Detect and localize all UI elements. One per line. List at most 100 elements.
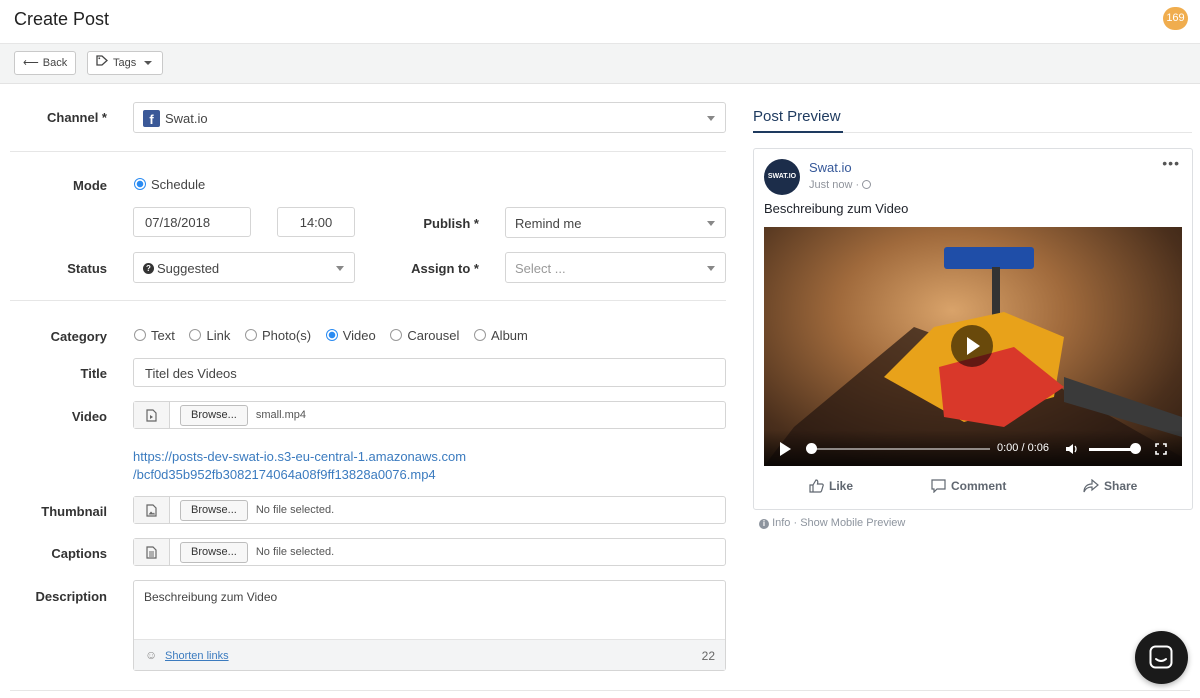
- captions-file-name: No file selected.: [255, 546, 335, 558]
- file-video-icon: [134, 402, 170, 428]
- play-overlay-icon[interactable]: [951, 325, 993, 367]
- title-input[interactable]: Titel des Videos: [133, 358, 726, 387]
- progress-handle[interactable]: [806, 443, 817, 454]
- page-name: Swat.io: [809, 160, 852, 175]
- status-label: Status: [67, 261, 107, 276]
- facebook-post-preview-card: SWAT.IO Swat.io Just now · ••• Beschreib…: [753, 148, 1193, 510]
- assign-select[interactable]: Select ...: [505, 252, 726, 283]
- post-actions: Like Comment Share: [754, 479, 1192, 501]
- captions-file-input[interactable]: Browse... No file selected.: [133, 538, 726, 566]
- radio-icon: [189, 329, 202, 341]
- preview-info-line: i Info · Show Mobile Preview: [759, 517, 905, 529]
- channel-label: Channel *: [47, 110, 107, 125]
- chevron-down-icon: [707, 220, 715, 226]
- chevron-down-icon: [144, 61, 153, 65]
- globe-icon: [862, 180, 872, 189]
- notification-count-badge[interactable]: 169: [1163, 7, 1188, 30]
- category-option-album[interactable]: Album: [474, 328, 528, 343]
- description-footer: ☺ Shorten links 22: [134, 639, 725, 670]
- video-progress-bar[interactable]: [808, 448, 990, 450]
- video-url-line-2: /bcf0d35b952fb3082174064a08f9ff13828a007…: [133, 467, 436, 482]
- captions-browse-button[interactable]: Browse...: [180, 541, 248, 563]
- category-option-carousel[interactable]: Carousel: [390, 328, 459, 343]
- comment-button[interactable]: Comment: [931, 479, 1006, 493]
- top-bar: Create Post 169: [0, 0, 1200, 44]
- thumbnail-file-input[interactable]: Browse... No file selected.: [133, 496, 726, 524]
- video-time-readout: 0:00 / 0:06: [997, 442, 1049, 454]
- publish-select[interactable]: Remind me: [505, 207, 726, 238]
- video-browse-button[interactable]: Browse...: [180, 404, 248, 426]
- chat-button[interactable]: [1135, 631, 1188, 684]
- like-label: Like: [829, 479, 854, 493]
- radio-selected-icon: [134, 178, 146, 190]
- back-button-label: Back: [42, 57, 68, 69]
- share-label: Share: [1104, 479, 1138, 493]
- arrow-left-icon: ⟵: [23, 57, 39, 69]
- category-option-label: Album: [491, 328, 528, 343]
- chevron-down-icon: [336, 265, 344, 271]
- category-option-video[interactable]: Video: [325, 328, 376, 343]
- divider: [843, 132, 1192, 133]
- back-button[interactable]: ⟵ Back: [14, 51, 76, 75]
- description-textarea[interactable]: Beschreibung zum Video ☺ Shorten links 2…: [133, 580, 726, 671]
- volume-handle[interactable]: [1130, 443, 1141, 454]
- tags-icon: [96, 52, 109, 74]
- video-url-link[interactable]: https://posts-dev-swat-io.s3-eu-central-…: [133, 448, 466, 484]
- share-button[interactable]: Share: [1083, 479, 1137, 493]
- category-option-text[interactable]: Text: [134, 328, 175, 343]
- mode-label: Mode: [73, 178, 107, 193]
- category-radio-group: Text Link Photo(s) Video Carousel Album: [134, 328, 539, 343]
- category-option-label: Text: [151, 328, 175, 343]
- status-value: Suggested: [157, 261, 220, 276]
- category-option-link[interactable]: Link: [189, 328, 230, 343]
- more-options-icon[interactable]: •••: [1162, 155, 1180, 171]
- thumbs-up-icon: [809, 479, 824, 493]
- smiley-icon[interactable]: ☺: [145, 648, 157, 662]
- video-label: Video: [71, 409, 107, 424]
- volume-icon[interactable]: [1065, 443, 1079, 455]
- post-time: Just now ·: [809, 179, 872, 191]
- mode-option-label: Schedule: [151, 177, 206, 192]
- time-input[interactable]: 14:00: [277, 207, 355, 237]
- page-avatar: SWAT.IO: [764, 159, 800, 195]
- category-option-label: Carousel: [407, 328, 460, 343]
- category-option-label: Video: [342, 328, 376, 343]
- volume-slider[interactable]: [1089, 448, 1134, 451]
- thumbnail-file-name: No file selected.: [255, 504, 335, 516]
- chevron-down-icon: [707, 115, 715, 121]
- publish-value: Remind me: [515, 216, 582, 231]
- mode-radio-schedule[interactable]: Schedule: [134, 177, 205, 192]
- video-file-input[interactable]: Browse... small.mp4: [133, 401, 726, 429]
- radio-icon: [134, 329, 146, 341]
- show-mobile-preview-link[interactable]: · Show Mobile Preview: [793, 517, 905, 529]
- tags-dropdown-button[interactable]: Tags: [87, 51, 163, 75]
- radio-icon: [474, 329, 487, 341]
- like-button[interactable]: Like: [809, 479, 853, 493]
- divider: [10, 690, 1190, 691]
- shorten-links-link[interactable]: Shorten links: [165, 650, 229, 662]
- date-input[interactable]: 07/18/2018: [133, 207, 251, 237]
- channel-select[interactable]: f Swat.io: [133, 102, 726, 133]
- assign-label: Assign to *: [411, 261, 479, 276]
- post-time-text: Just now ·: [809, 179, 860, 191]
- description-value: Beschreibung zum Video: [144, 590, 278, 604]
- video-player[interactable]: 0:00 / 0:06: [764, 227, 1182, 466]
- info-link[interactable]: Info: [772, 517, 790, 529]
- toolbar: ⟵ Back Tags: [0, 44, 1200, 84]
- divider: [10, 151, 726, 152]
- assign-placeholder: Select ...: [515, 261, 566, 276]
- comment-label: Comment: [951, 479, 1007, 493]
- play-icon[interactable]: [780, 442, 791, 456]
- status-select[interactable]: ? Suggested: [133, 252, 355, 283]
- thumbnail-browse-button[interactable]: Browse...: [180, 499, 248, 521]
- radio-icon: [244, 329, 257, 341]
- preview-tab-underline: [753, 131, 843, 133]
- publish-label: Publish *: [423, 216, 479, 231]
- fullscreen-icon[interactable]: [1155, 443, 1167, 455]
- thumbnail-label: Thumbnail: [41, 504, 107, 519]
- channel-value: Swat.io: [165, 111, 208, 126]
- file-image-icon: [134, 497, 170, 523]
- category-option-photos[interactable]: Photo(s): [244, 328, 311, 343]
- divider: [10, 300, 726, 301]
- category-label: Category: [50, 329, 107, 344]
